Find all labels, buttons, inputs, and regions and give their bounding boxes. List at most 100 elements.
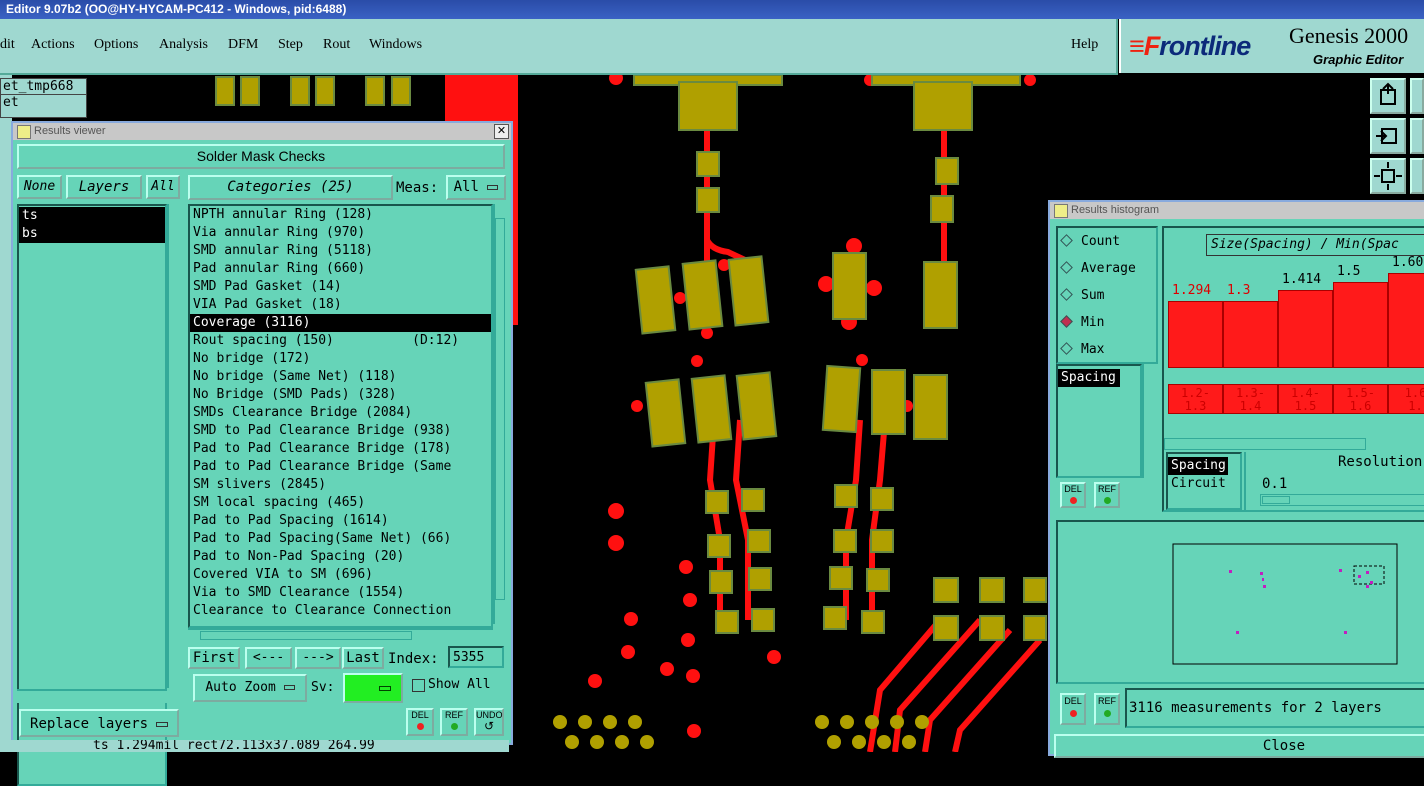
mode-radio-sum[interactable]: Sum [1058,282,1156,309]
category-item[interactable]: Pad to Pad Spacing(Same Net) (66) [190,530,491,548]
right-tool-edge[interactable] [1410,78,1424,114]
show-all-checkbox[interactable] [412,679,425,692]
zoom-home-tool[interactable] [1370,78,1406,114]
measure-item-spacing[interactable]: Spacing [1058,369,1120,387]
category-item[interactable]: SMDs Clearance Bridge (2084) [190,404,491,422]
layer-item-bs[interactable]: bs [19,225,165,243]
category-item[interactable]: Rout spacing (150) (D:12) [190,332,491,350]
menu-step[interactable]: Step [278,37,303,53]
category-item[interactable]: No bridge (Same Net) (118) [190,368,491,386]
type-scrollbar[interactable] [1244,452,1258,510]
category-item[interactable]: Pad to Pad Clearance Bridge (Same [190,458,491,476]
layers-hscrollbar[interactable] [17,689,167,703]
category-item[interactable]: No Bridge (SMD Pads) (328) [190,386,491,404]
red-dot-icon [1069,497,1077,504]
green-dot-icon [450,723,458,730]
prev-button[interactable]: <--- [245,647,292,669]
category-item[interactable]: SM local spacing (465) [190,494,491,512]
measure-list[interactable]: Spacing [1056,364,1142,478]
menu-dfm[interactable]: DFM [228,37,258,53]
del-button[interactable]: DEL [406,708,434,736]
menu-analysis[interactable]: Analysis [159,37,208,53]
last-button[interactable]: Last [342,647,384,669]
next-button[interactable]: ---> [295,647,341,669]
overview-map[interactable] [1058,522,1424,682]
layer-item-ts[interactable]: ts [19,207,165,225]
hist-ref-button[interactable]: REF [1094,482,1120,508]
category-item[interactable]: Coverage (3116) [190,314,491,332]
histogram-bar[interactable] [1333,282,1388,368]
categories-button[interactable]: Categories (25) [188,175,393,200]
mode-radio-count[interactable]: Count [1058,228,1156,255]
histogram-bar[interactable] [1388,273,1424,368]
type-item-spacing[interactable]: Spacing [1168,457,1228,475]
menu-rout[interactable]: Rout [323,37,350,53]
mode-radio-max[interactable]: Max [1058,336,1156,363]
right-tool-edge-3[interactable] [1410,158,1424,194]
category-item[interactable]: VIA Pad Gasket (18) [190,296,491,314]
category-item[interactable]: Pad to Pad Spacing (1614) [190,512,491,530]
category-item[interactable]: Pad to Non-Pad Spacing (20) [190,548,491,566]
category-item[interactable]: Covered VIA to SM (696) [190,566,491,584]
overview-del-button[interactable]: DEL [1060,693,1086,725]
close-icon[interactable]: ✕ [494,124,509,139]
right-tool-edge-2[interactable] [1410,118,1424,154]
histogram-bars[interactable]: 1.294 1.2- 1.3 1.3 1.3- 1.4 1.414 1.4- 1.5 1.5… [1164,228,1424,458]
check-set-heading[interactable]: Solder Mask Checks [17,144,505,169]
hist-del-button[interactable]: DEL [1060,482,1086,508]
job-name-box: et_tmp668 et [0,78,87,118]
mode-radio-average[interactable]: Average [1058,255,1156,282]
auto-zoom-dropdown[interactable]: Auto Zoom [193,674,307,702]
sv-color-dropdown[interactable] [343,673,403,703]
category-item[interactable]: SM slivers (2845) [190,476,491,494]
histogram-bar[interactable] [1168,301,1223,368]
mode-radio-min[interactable]: Min [1058,309,1156,336]
index-input[interactable]: 5355 [448,646,504,668]
close-button[interactable]: Close [1054,734,1424,758]
category-item[interactable]: SMD annular Ring (5118) [190,242,491,260]
job-name-line2: et [3,95,19,110]
radio-icon [1060,342,1073,355]
category-item[interactable]: SMD to Pad Clearance Bridge (938) [190,422,491,440]
replace-layers-dropdown[interactable]: Replace layers [19,709,179,737]
none-button[interactable]: None [17,175,62,199]
histogram-bar[interactable] [1223,301,1278,368]
first-button[interactable]: First [188,647,240,669]
category-item[interactable]: SMD Pad Gasket (14) [190,278,491,296]
categories-vscrollbar[interactable] [493,204,507,624]
categories-hscroll-thumb[interactable] [200,631,412,640]
menu-actions[interactable]: Actions [31,37,75,53]
type-item-circuit[interactable]: Circuit [1168,475,1240,493]
undo-button[interactable]: UNDO ↺ [474,708,504,736]
category-item[interactable]: Via to SMD Clearance (1554) [190,584,491,602]
ref-button[interactable]: REF [440,708,468,736]
histogram-bar[interactable] [1278,290,1333,368]
categories-scroll-thumb[interactable] [495,218,505,600]
category-item[interactable]: Clearance to Clearance Connection [190,602,491,620]
overview-ref-button[interactable]: REF [1094,693,1120,725]
menu-windows[interactable]: Windows [369,37,422,53]
layers-button[interactable]: Layers [66,175,142,199]
measure-scrollbar[interactable] [1142,364,1156,478]
resolution-slider-thumb[interactable] [1262,496,1290,504]
category-item[interactable]: No bridge (172) [190,350,491,368]
category-item[interactable]: Pad annular Ring (660) [190,260,491,278]
resolution-slider[interactable] [1260,494,1424,506]
meas-dropdown[interactable]: All [446,175,506,200]
type-list[interactable]: Spacing Circuit [1166,452,1242,510]
category-item[interactable]: NPTH annular Ring (128) [190,206,491,224]
menu-help[interactable]: Help [1071,37,1098,53]
menu-options[interactable]: Options [94,37,138,53]
menu-edit[interactable]: dit [0,37,15,53]
category-item[interactable]: Pad to Pad Clearance Bridge (178) [190,440,491,458]
categories-hscrollbar[interactable] [188,628,493,642]
layers-scrollbar[interactable] [167,204,181,688]
all-button[interactable]: All [146,175,180,199]
categories-list[interactable]: NPTH annular Ring (128) Via annular Ring … [188,204,493,628]
fit-view-tool[interactable] [1370,158,1406,194]
histogram-hscroll[interactable] [1164,438,1366,450]
histogram-bar-range: 1.3- 1.4 [1223,384,1278,414]
category-item[interactable]: Via annular Ring (970) [190,224,491,242]
results-viewer-title: Results viewer [34,125,106,137]
zoom-in-tool[interactable] [1370,118,1406,154]
